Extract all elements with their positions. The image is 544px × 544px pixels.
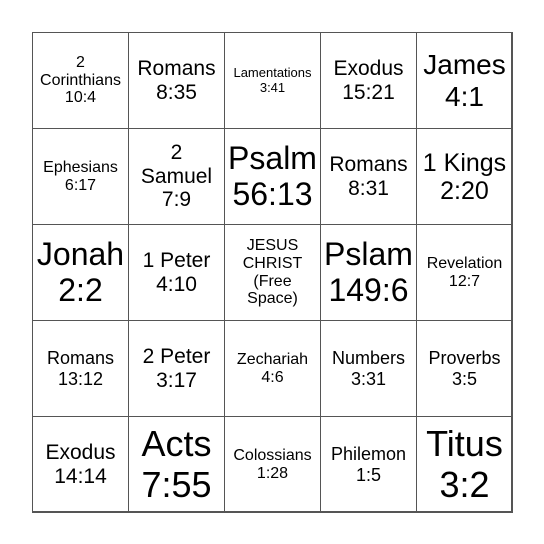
cell-text-line: 2 (170, 141, 183, 165)
bingo-cell[interactable]: Romans 13:12 (32, 320, 129, 417)
bingo-cell[interactable]: Acts 7:55 (128, 416, 225, 513)
cell-text-line: Pslam (324, 235, 413, 272)
cell-text-line: 1:5 (355, 464, 382, 485)
bingo-cell[interactable]: Ephesians 6:17 (32, 128, 129, 225)
cell-text-line: 12:7 (448, 272, 481, 290)
cell-text-line: 2 Peter (142, 344, 211, 368)
cell-text-line: 2 (76, 53, 85, 71)
cell-text-line: JESUS (246, 236, 299, 254)
cell-text-line: (Free (253, 272, 292, 290)
cell-text-line: Revelation (426, 254, 503, 272)
cell-text-line: 4:10 (156, 272, 197, 296)
bingo-cell[interactable]: Pslam 149:6 (320, 224, 417, 321)
cell-text-line: 15:21 (342, 80, 395, 104)
cell-text-line: 4:6 (261, 368, 284, 386)
cell-text-line: 4:1 (445, 80, 484, 112)
cell-text-line: 3:31 (350, 368, 387, 389)
bingo-cell[interactable]: Exodus 15:21 (320, 32, 417, 129)
cell-text-line: CHRIST (242, 254, 303, 272)
cell-text-line: 13:12 (57, 368, 104, 389)
cell-text-line: Lamentations (233, 64, 312, 80)
bingo-cell[interactable]: Numbers 3:31 (320, 320, 417, 417)
cell-text-line: Psalm (228, 139, 317, 176)
cell-text-line: Romans (46, 348, 115, 369)
cell-text-line: James (423, 49, 506, 81)
cell-text-line: 2:20 (440, 176, 489, 205)
cell-text-line: 3:17 (156, 368, 197, 392)
bingo-cell[interactable]: Romans 8:31 (320, 128, 417, 225)
cell-text-line: Colossians (233, 446, 312, 464)
cell-text-line: 149:6 (328, 271, 409, 308)
bingo-cell[interactable]: Revelation 12:7 (416, 224, 513, 321)
bingo-cell[interactable]: Colossians 1:28 (224, 416, 321, 513)
cell-text-line: 2:2 (58, 271, 103, 308)
cell-text-line: Proverbs (428, 348, 501, 369)
bingo-cell[interactable]: Exodus 14:14 (32, 416, 129, 513)
cell-text-line: 1:28 (256, 464, 289, 482)
cell-text-line: 56:13 (232, 175, 313, 212)
cell-text-line: 7:9 (161, 188, 192, 212)
bingo-cell[interactable]: Philemon 1:5 (320, 416, 417, 513)
cell-text-line: 8:31 (348, 176, 389, 200)
cell-text-line: Ephesians (43, 158, 118, 176)
cell-text-line: Romans (329, 152, 408, 176)
cell-text-line: 8:35 (156, 80, 197, 104)
bingo-cell[interactable]: James 4:1 (416, 32, 513, 129)
cell-text-line: 3:41 (259, 79, 286, 95)
cell-text-line: Romans (137, 56, 216, 80)
bingo-cell[interactable]: Titus 3:2 (416, 416, 513, 513)
bingo-cell[interactable]: Psalm 56:13 (224, 128, 321, 225)
bingo-cell[interactable]: Jonah 2:2 (32, 224, 129, 321)
bingo-cell[interactable]: Proverbs 3:5 (416, 320, 513, 417)
cell-text-line: 7:55 (141, 463, 212, 505)
cell-text-line: 1 Peter (142, 248, 211, 272)
cell-text-line: Jonah (36, 235, 125, 272)
bingo-cell[interactable]: 2 Samuel 7:9 (128, 128, 225, 225)
cell-text-line: Corinthians (40, 71, 121, 89)
bingo-cell[interactable]: 1 Peter 4:10 (128, 224, 225, 321)
bingo-cell[interactable]: 2 Corinthians 10:4 (32, 32, 129, 129)
bingo-cell[interactable]: 1 Kings 2:20 (416, 128, 513, 225)
cell-text-line: Zechariah (236, 350, 309, 368)
cell-text-line: Samuel (140, 164, 213, 188)
cell-text-line: Acts (141, 423, 212, 465)
cell-text-line: Philemon (330, 444, 407, 465)
cell-text-line: 14:14 (54, 464, 107, 488)
cell-text-line: 10:4 (64, 89, 97, 107)
cell-text-line: Exodus (333, 56, 404, 80)
cell-text-line: 3:5 (451, 368, 478, 389)
bingo-cell[interactable]: Romans 8:35 (128, 32, 225, 129)
cell-text-line: Numbers (331, 348, 406, 369)
bingo-cell[interactable]: Lamentations 3:41 (224, 32, 321, 129)
bingo-cell[interactable]: 2 Peter 3:17 (128, 320, 225, 417)
bingo-card: 2 Corinthians 10:4 Romans 8:35 Lamentations 3:… (32, 32, 513, 513)
cell-text-line: 6:17 (64, 176, 97, 194)
cell-text-line: Space) (247, 290, 298, 308)
bingo-cell[interactable]: Zechariah 4:6 (224, 320, 321, 417)
cell-text-line: 3:2 (439, 463, 490, 505)
bingo-cell[interactable]: JESUS CHRIST (Free Space) (224, 224, 321, 321)
cell-text-line: Exodus (45, 440, 116, 464)
cell-text-line: 1 Kings (422, 148, 507, 177)
cell-text-line: Titus (426, 423, 503, 465)
